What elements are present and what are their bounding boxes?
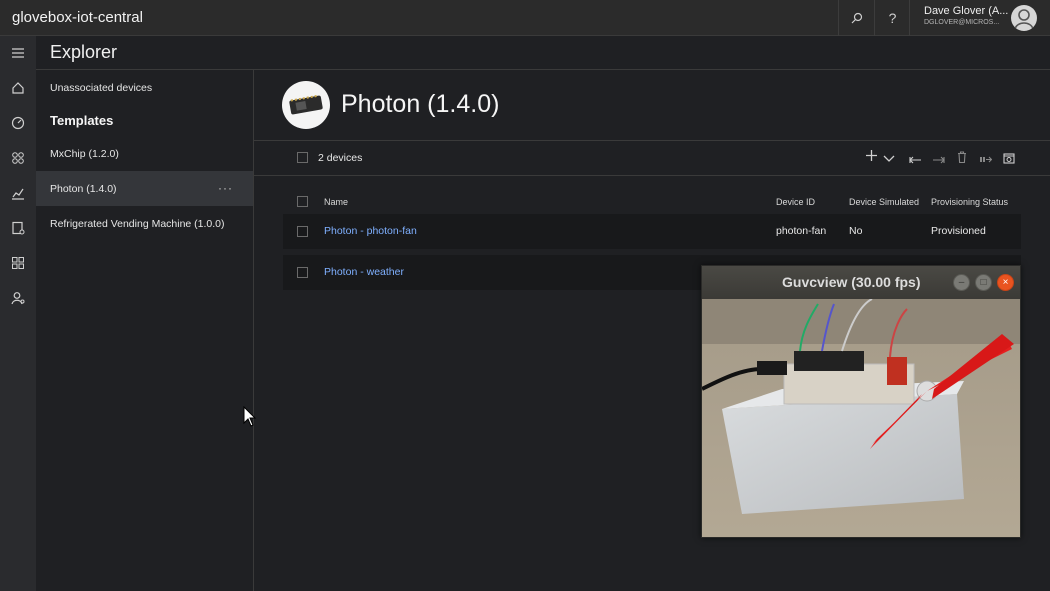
template-item-vending[interactable]: Refrigerated Vending Machine (1.0.0) — [36, 206, 253, 241]
mouse-cursor-icon — [243, 405, 257, 433]
top-bar: glovebox-iot-central ? Dave Glover (A...… — [0, 0, 1050, 36]
device-name-link[interactable]: Photon - weather — [324, 266, 404, 278]
user-icon — [1014, 9, 1034, 30]
template-label: Photon (1.4.0) — [50, 182, 117, 195]
divider — [254, 140, 1050, 141]
column-header-name[interactable]: Name — [324, 197, 348, 207]
template-item-mxchip[interactable]: MxChip (1.2.0) — [36, 136, 253, 171]
divider — [254, 175, 1050, 176]
dashboard-icon[interactable] — [9, 114, 27, 132]
column-header-simulated[interactable]: Device Simulated — [849, 197, 919, 207]
app-title[interactable]: glovebox-iot-central — [12, 9, 143, 26]
user-menu[interactable]: Dave Glover (A... DGLOVER@MICROS... — [909, 0, 1050, 36]
camera-icon[interactable] — [1003, 152, 1015, 167]
guvcview-window[interactable]: Guvcview (30.00 fps) – □ × — [701, 265, 1021, 538]
add-icon[interactable] — [865, 149, 878, 165]
unassociated-devices-link[interactable]: Unassociated devices — [36, 70, 253, 105]
more-options-icon[interactable]: ··· — [218, 181, 233, 195]
column-header-status[interactable]: Provisioning Status — [931, 197, 1008, 207]
template-item-photon[interactable]: Photon (1.4.0) ··· — [36, 171, 253, 206]
nav-rail — [0, 36, 36, 591]
devices-icon[interactable] — [9, 149, 27, 167]
row-checkbox[interactable] — [297, 226, 308, 237]
minimize-button[interactable]: – — [953, 274, 970, 291]
templates-heading: Templates — [50, 113, 114, 128]
template-label: MxChip (1.2.0) — [50, 147, 119, 160]
page-title: Explorer — [50, 42, 118, 62]
device-name-link[interactable]: Photon - photon-fan — [324, 225, 417, 237]
associate-icon[interactable] — [909, 152, 922, 167]
home-icon[interactable] — [9, 79, 27, 97]
column-header-device-id[interactable]: Device ID — [776, 197, 815, 207]
table-row[interactable]: Photon - photon-fan photon-fan No Provis… — [283, 214, 1021, 249]
analytics-icon[interactable] — [9, 184, 27, 202]
jobs-icon[interactable] — [9, 219, 27, 237]
user-name: Dave Glover (A... — [924, 5, 1009, 17]
guvcview-title: Guvcview (30.00 fps) — [782, 274, 921, 290]
chevron-down-icon[interactable] — [883, 151, 895, 166]
template-list: Unassociated devices Templates MxChip (1… — [36, 70, 254, 591]
explorer-header: Explorer — [36, 36, 1050, 70]
search-icon — [851, 12, 862, 24]
close-button[interactable]: × — [997, 274, 1014, 291]
header-checkbox[interactable] — [297, 196, 308, 207]
delete-icon[interactable] — [957, 151, 967, 166]
menu-icon[interactable] — [9, 44, 27, 62]
row-checkbox[interactable] — [297, 267, 308, 278]
select-all-checkbox[interactable] — [297, 152, 308, 163]
template-image — [282, 81, 330, 129]
migrate-icon[interactable] — [979, 152, 993, 167]
device-simulated: No — [849, 225, 863, 237]
avatar[interactable] — [1011, 5, 1037, 31]
device-id: photon-fan — [776, 225, 827, 237]
disassociate-icon[interactable] — [932, 152, 945, 167]
templates-icon[interactable] — [9, 254, 27, 272]
user-email: DGLOVER@MICROS... — [924, 19, 1000, 26]
help-button[interactable]: ? — [874, 0, 910, 36]
maximize-button[interactable]: □ — [975, 274, 992, 291]
search-button[interactable] — [838, 0, 874, 36]
device-count: 2 devices — [318, 152, 363, 164]
template-label: Refrigerated Vending Machine (1.0.0) — [50, 217, 225, 230]
admin-icon[interactable] — [9, 289, 27, 307]
provisioning-status: Provisioned — [931, 225, 986, 237]
camera-feed — [702, 299, 1020, 537]
template-title: Photon (1.4.0) — [341, 90, 500, 118]
guvcview-title-bar[interactable]: Guvcview (30.00 fps) – □ × — [702, 266, 1020, 299]
